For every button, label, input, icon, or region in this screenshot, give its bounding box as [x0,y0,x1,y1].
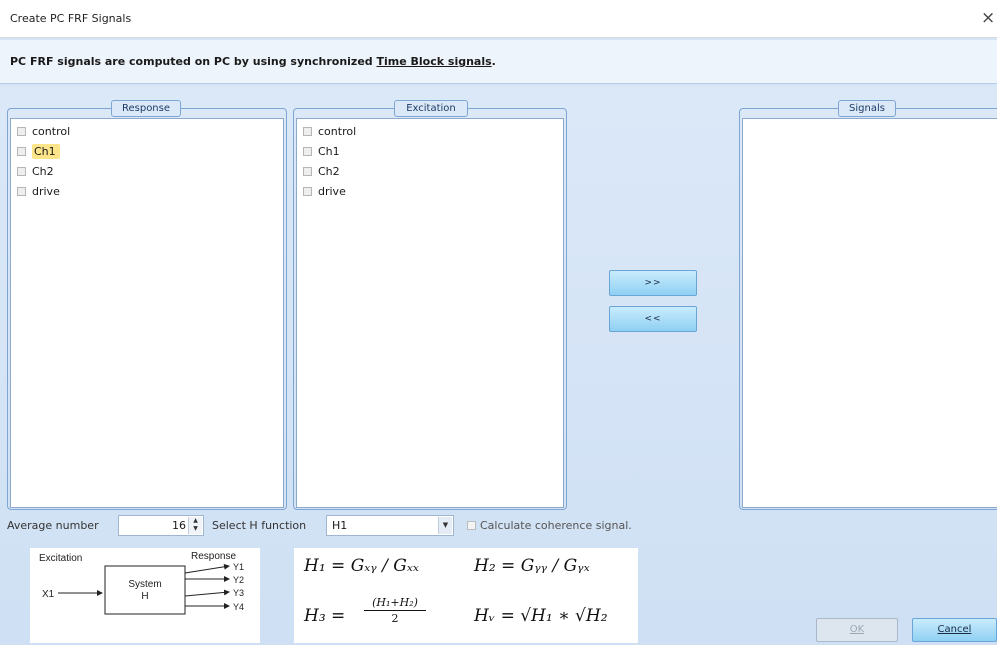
formula-h3-denominator: 2 [391,612,399,625]
excitation-list-item[interactable]: drive [297,182,563,202]
response-list-item[interactable]: Ch2 [11,162,283,182]
info-bar: PC FRF signals are computed on PC by usi… [0,40,997,84]
signals-legend: Signals [838,100,896,117]
formula-h3-numerator: (H₁+H₂) [364,596,426,611]
response-list-item-label: drive [32,185,60,198]
excitation-list-item[interactable]: Ch1 [297,142,563,162]
ok-label: OK [849,624,865,635]
checkbox-icon [467,521,476,530]
title-bar: Create PC FRF Signals × [0,0,997,38]
output-y2: Y2 [233,575,244,585]
checkbox-icon[interactable] [303,187,312,196]
checkbox-icon[interactable] [17,167,26,176]
formula-h1: H₁ = Gₓᵧ / Gₓₓ [304,556,419,576]
signals-group: Signals [739,100,997,510]
system-diagram: Excitation Response X1 System H Y1 Y2 Y3… [30,548,260,643]
excitation-list-item-label: drive [318,185,346,198]
info-prefix: PC FRF signals are computed on PC by usi… [10,55,373,68]
cancel-label: Cancel [937,624,972,635]
excitation-list[interactable]: control Ch1 Ch2 drive [296,118,564,508]
excitation-list-item[interactable]: control [297,122,563,142]
average-number-value: 16 [172,519,186,532]
formula-h3-lhs: H₃ = [304,606,346,626]
output-y3: Y3 [233,588,244,598]
diagram-excitation-label: Excitation [39,553,82,564]
h-function-formulas: H₁ = Gₓᵧ / Gₓₓ H₂ = Gᵧᵧ / Gᵧₓ H₃ = (H₁+H… [294,548,638,643]
info-suffix: . [491,55,496,68]
window-title: Create PC FRF Signals [10,12,132,25]
response-legend: Response [111,100,181,117]
diagram-input-label: X1 [42,589,55,600]
response-list-item-label: control [32,125,71,138]
time-block-signals-link[interactable]: Time Block signals [377,55,492,68]
spinner-arrows-icon[interactable]: ▲ ▼ [188,517,202,534]
system-box [104,565,186,615]
info-text: PC FRF signals are computed on PC by usi… [10,55,496,68]
chevron-down-icon[interactable]: ▼ [438,517,452,534]
remove-signal-button[interactable]: << [609,306,697,332]
excitation-list-item[interactable]: Ch2 [297,162,563,182]
checkbox-icon[interactable] [17,187,26,196]
cancel-button[interactable]: Cancel [912,618,997,642]
excitation-list-item-label: Ch1 [318,145,340,158]
response-list-item-label: Ch1 [32,144,60,159]
checkbox-icon[interactable] [303,147,312,156]
output-y4: Y4 [233,602,244,612]
output-arrow-3 [184,589,230,597]
ok-button[interactable]: OK [816,618,898,642]
checkbox-icon[interactable] [303,127,312,136]
coherence-checkbox[interactable]: Calculate coherence signal. [467,519,632,532]
response-list-item[interactable]: control [11,122,283,142]
checkbox-icon[interactable] [17,147,26,156]
add-signal-button[interactable]: >> [609,270,697,296]
excitation-list-item-label: Ch2 [318,165,340,178]
close-icon[interactable]: × [981,8,997,28]
average-number-label: Average number [7,519,99,532]
excitation-list-item-label: control [318,125,357,138]
response-list-item-label: Ch2 [32,165,54,178]
system-diagram-svg: Excitation Response X1 System H Y1 Y2 Y3… [39,551,244,615]
formula-h2: H₂ = Gᵧᵧ / Gᵧₓ [474,556,590,576]
system-label: System [128,579,161,590]
coherence-label: Calculate coherence signal. [480,519,632,532]
h-function-select[interactable]: H1 ▼ [326,515,454,536]
h-function-label: Select H function [212,519,307,532]
formula-h3-fraction: (H₁+H₂) 2 [364,596,426,625]
checkbox-icon[interactable] [303,167,312,176]
response-group: Response control Ch1 Ch2 drive [7,100,287,510]
excitation-group: Excitation control Ch1 Ch2 drive [293,100,567,510]
dialog-body: Response control Ch1 Ch2 drive Excitation c… [0,86,997,645]
excitation-legend: Excitation [394,100,468,117]
diagram-response-label: Response [191,551,236,562]
checkbox-icon[interactable] [17,127,26,136]
average-number-spinner[interactable]: 16 ▲ ▼ [118,515,204,536]
system-h-label: H [141,591,148,602]
response-list[interactable]: control Ch1 Ch2 drive [10,118,284,508]
response-list-item[interactable]: Ch1 [11,142,283,162]
response-list-item[interactable]: drive [11,182,283,202]
output-arrow-1 [184,563,230,574]
output-y1: Y1 [233,562,244,572]
signals-list[interactable] [742,118,997,508]
h-function-value: H1 [332,519,348,532]
formula-hv: Hᵥ = √H₁ ∗ √H₂ [474,606,608,626]
